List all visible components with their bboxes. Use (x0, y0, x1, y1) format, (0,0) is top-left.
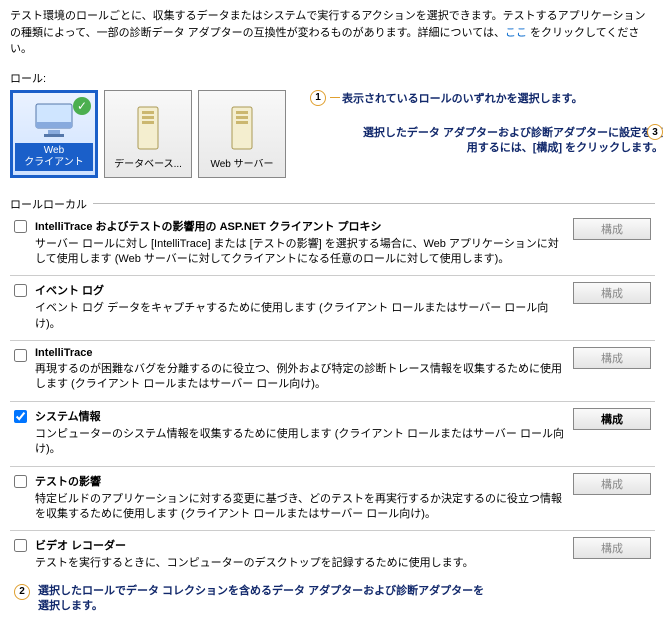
adapter-row: イベント ログイベント ログ データをキャプチャするために使用します (クライア… (10, 275, 655, 340)
configure-button[interactable]: 構成 (573, 218, 651, 240)
adapter-desc: 特定ビルドのアプリケーションに対する変更に基づき、どのテストを再実行するか決定す… (35, 492, 565, 523)
configure-button[interactable]: 構成 (573, 473, 651, 495)
adapter-desc: イベント ログ データをキャプチャするために使用します (クライアント ロールま… (35, 301, 565, 332)
adapter-body: テストの影響特定ビルドのアプリケーションに対する変更に基づき、どのテストを再実行… (35, 473, 565, 523)
intro-text: テスト環境のロールごとに、収集するデータまたはシステムで実行するアクションを選択… (10, 8, 655, 58)
adapter-name: イベント ログ (35, 282, 565, 298)
role-tile-web-server[interactable]: Web サーバー (198, 90, 286, 178)
callout-badge-2: 2 (14, 584, 30, 600)
server-tower-icon (109, 97, 187, 159)
callout-1: 1 表示されているロールのいずれかを選択します。 (310, 90, 583, 106)
adapter-name: IntelliTrace およびテストの影響用の ASP.NET クライアント … (35, 218, 565, 234)
callout-3-line1: 選択したデータ アダプターおよび診断アダプターに設定を適 (363, 127, 663, 139)
callout-badge-3: 3 (647, 124, 663, 140)
roles-label: ロール: (10, 70, 655, 86)
configure-button[interactable]: 構成 (573, 408, 651, 430)
callout-2-line1: 選択したロールでデータ コレクションを含めるデータ アダプターおよび診断アダプタ… (38, 584, 484, 599)
adapter-row: ビデオ レコーダーテストを実行するときに、コンピューターのデスクトップを記録する… (10, 530, 655, 579)
adapter-checkbox[interactable] (14, 349, 27, 362)
adapters-list: IntelliTrace およびテストの影響用の ASP.NET クライアント … (10, 212, 655, 580)
adapter-desc: 再現するのが困難なバグを分離するのに役立つ、例外および特定の診断トレース情報を収… (35, 362, 565, 393)
adapter-desc: コンピューターのシステム情報を収集するために使用します (クライアント ロールま… (35, 427, 565, 458)
adapter-checkbox[interactable] (14, 220, 27, 233)
adapter-checkbox[interactable] (14, 284, 27, 297)
adapter-body: システム情報コンピューターのシステム情報を収集するために使用します (クライアン… (35, 408, 565, 458)
adapter-checkbox[interactable] (14, 539, 27, 552)
role-tile-web-client[interactable]: ✓ Web クライアント (10, 90, 98, 178)
adapter-body: ビデオ レコーダーテストを実行するときに、コンピューターのデスクトップを記録する… (35, 537, 565, 571)
adapter-name: IntelliTrace (35, 347, 565, 359)
configure-button[interactable]: 構成 (573, 282, 651, 304)
role-label: Web サーバー (203, 159, 281, 171)
callout-1-text: 表示されているロールのいずれかを選択します。 (342, 90, 583, 106)
adapter-checkbox[interactable] (14, 475, 27, 488)
adapter-body: イベント ログイベント ログ データをキャプチャするために使用します (クライア… (35, 282, 565, 332)
adapter-desc: サーバー ロールに対し [IntelliTrace] または [テストの影響] … (35, 237, 565, 268)
section-header: ロールローカル (10, 196, 655, 212)
adapter-body: IntelliTrace およびテストの影響用の ASP.NET クライアント … (35, 218, 565, 268)
adapter-body: IntelliTrace 再現するのが困難なバグを分離するのに役立つ、例外および特… (35, 347, 565, 393)
callout-badge-1: 1 (310, 90, 326, 106)
callout-3-line2: 用するには、[構成] をクリックします。 (467, 142, 663, 154)
adapter-row: システム情報コンピューターのシステム情報を収集するために使用します (クライアン… (10, 401, 655, 466)
adapter-name: システム情報 (35, 408, 565, 424)
adapter-checkbox[interactable] (14, 410, 27, 423)
role-label: データベース... (109, 159, 187, 171)
callout-2-line2: 選択します。 (38, 599, 484, 614)
adapter-row: IntelliTrace 再現するのが困難なバグを分離するのに役立つ、例外および特… (10, 340, 655, 401)
section-title: ロールローカル (10, 196, 87, 212)
configure-button[interactable]: 構成 (573, 347, 651, 369)
section-rule (93, 203, 655, 204)
adapter-name: テストの影響 (35, 473, 565, 489)
adapter-row: IntelliTrace およびテストの影響用の ASP.NET クライアント … (10, 212, 655, 276)
intro-link[interactable]: ここ (505, 27, 527, 39)
server-tower-icon (203, 97, 281, 159)
callout-2: 2 選択したロールでデータ コレクションを含めるデータ アダプターおよび診断アダ… (10, 584, 655, 615)
check-icon: ✓ (73, 97, 91, 115)
configure-button[interactable]: 構成 (573, 537, 651, 559)
callout-3: 選択したデータ アダプターおよび診断アダプターに設定を適 用するには、[構成] … (363, 126, 663, 157)
role-label: Web クライアント (15, 143, 93, 171)
adapter-desc: テストを実行するときに、コンピューターのデスクトップを記録するために使用します。 (35, 556, 565, 571)
adapter-row: テストの影響特定ビルドのアプリケーションに対する変更に基づき、どのテストを再実行… (10, 466, 655, 531)
role-tile-database[interactable]: データベース... (104, 90, 192, 178)
